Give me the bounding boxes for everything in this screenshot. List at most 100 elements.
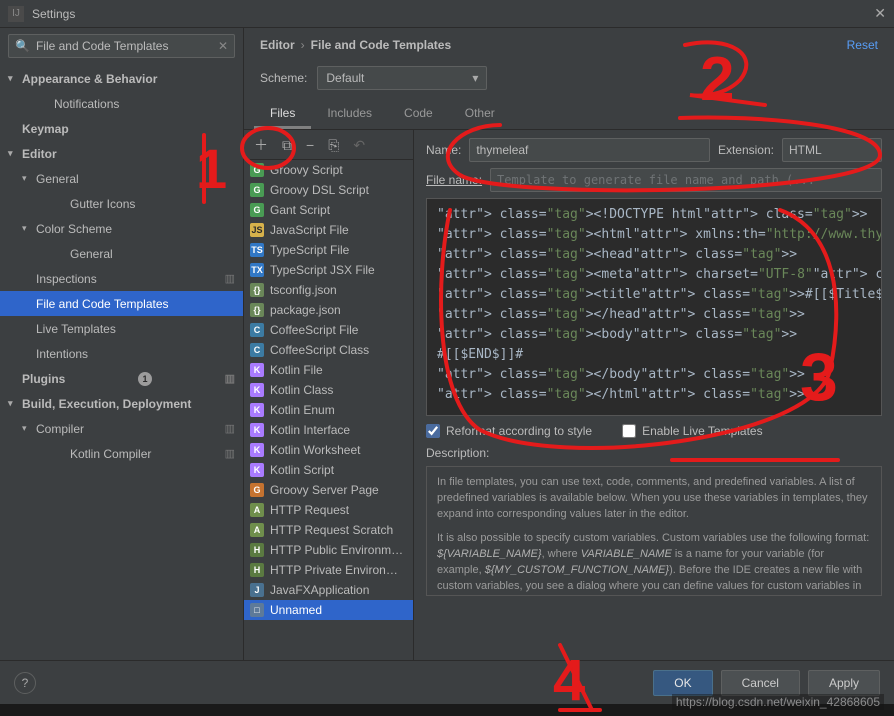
template-file-list: GGroovy ScriptGGroovy DSL ScriptGGant Sc…: [244, 160, 413, 660]
reformat-checkbox[interactable]: [426, 424, 440, 438]
titlebar: IJ Settings ✕: [0, 0, 894, 28]
filetype-icon: K: [250, 443, 264, 457]
template-list-item[interactable]: □Unnamed: [244, 600, 413, 620]
filetype-icon: A: [250, 523, 264, 537]
reformat-checkbox-row[interactable]: Reformat according to style: [426, 422, 592, 440]
add-template-icon[interactable]: ＋: [254, 138, 268, 152]
template-list-item[interactable]: KKotlin Enum: [244, 400, 413, 420]
template-list-item[interactable]: TXTypeScript JSX File: [244, 260, 413, 280]
template-list-item[interactable]: {}tsconfig.json: [244, 280, 413, 300]
template-list-item[interactable]: GGroovy Script: [244, 160, 413, 180]
template-list-item[interactable]: KKotlin Class: [244, 380, 413, 400]
template-list-item[interactable]: TSTypeScript File: [244, 240, 413, 260]
template-list-item[interactable]: AHTTP Request Scratch: [244, 520, 413, 540]
chevron-icon: ▾: [22, 173, 36, 184]
sidebar-item[interactable]: Gutter Icons: [0, 191, 243, 216]
close-icon[interactable]: ✕: [874, 5, 886, 22]
sidebar-item[interactable]: Plugins1▥: [0, 366, 243, 391]
template-list-item[interactable]: JSJavaScript File: [244, 220, 413, 240]
template-list-item[interactable]: HHTTP Public Environment File: [244, 540, 413, 560]
filetype-icon: {}: [250, 303, 264, 317]
template-list-item[interactable]: KKotlin Worksheet: [244, 440, 413, 460]
search-input[interactable]: [36, 39, 218, 53]
copy-template-icon[interactable]: ⎘: [328, 138, 339, 152]
template-list-item-label: CoffeeScript Class: [270, 343, 369, 357]
sidebar-item[interactable]: ▾Compiler▥: [0, 416, 243, 441]
enable-live-templates-label: Enable Live Templates: [642, 424, 763, 438]
template-list-item[interactable]: HHTTP Private Environment File: [244, 560, 413, 580]
content: Editor › File and Code Templates Reset S…: [244, 28, 894, 660]
filetype-icon: G: [250, 203, 264, 217]
template-list-item[interactable]: KKotlin Interface: [244, 420, 413, 440]
filetype-icon: TS: [250, 243, 264, 257]
filetype-icon: K: [250, 363, 264, 377]
template-list-item[interactable]: K Kotlin File: [244, 360, 413, 380]
template-list-item-label: Groovy Script: [270, 163, 343, 177]
template-list-item[interactable]: AHTTP Request: [244, 500, 413, 520]
template-list-item[interactable]: {}package.json: [244, 300, 413, 320]
sidebar-item-label: Gutter Icons: [70, 197, 135, 211]
extension-input[interactable]: [782, 138, 882, 162]
name-input[interactable]: [469, 138, 710, 162]
sidebar-item-label: Color Scheme: [36, 222, 112, 236]
sidebar-item[interactable]: General: [0, 241, 243, 266]
sidebar-item[interactable]: ▾Build, Execution, Deployment: [0, 391, 243, 416]
sidebar-item[interactable]: Keymap: [0, 116, 243, 141]
template-list-item-label: Kotlin File: [270, 363, 323, 377]
sidebar-item[interactable]: Intentions: [0, 341, 243, 366]
tab[interactable]: Files: [254, 100, 311, 129]
template-list-item[interactable]: GGant Script: [244, 200, 413, 220]
enable-live-templates-checkbox[interactable]: [622, 424, 636, 438]
sidebar-item-label: General: [70, 247, 113, 261]
app-logo-icon: IJ: [8, 6, 24, 22]
ok-button[interactable]: OK: [653, 670, 712, 696]
filename-input[interactable]: [490, 168, 882, 192]
chevron-right-icon: ›: [301, 38, 305, 52]
sidebar-item[interactable]: Kotlin Compiler▥: [0, 441, 243, 466]
template-list-item[interactable]: KKotlin Script: [244, 460, 413, 480]
tab[interactable]: Includes: [311, 100, 388, 129]
filetype-icon: C: [250, 343, 264, 357]
help-icon[interactable]: ?: [14, 672, 36, 694]
scheme-select[interactable]: Default: [317, 66, 487, 90]
reset-link[interactable]: Reset: [847, 38, 878, 52]
sidebar-item-label: Kotlin Compiler: [70, 447, 151, 461]
settings-tree: ▾Appearance & Behavior Notifications Keyma…: [0, 64, 243, 660]
revert-template-icon[interactable]: ↶: [353, 138, 365, 152]
template-list-item[interactable]: CCoffeeScript File: [244, 320, 413, 340]
sidebar-item[interactable]: Inspections▥: [0, 266, 243, 291]
sidebar-item-label: Build, Execution, Deployment: [22, 397, 191, 411]
clear-search-icon[interactable]: ✕: [218, 39, 228, 53]
add-child-template-icon[interactable]: ⧉: [282, 138, 292, 152]
enable-live-templates-row[interactable]: Enable Live Templates: [622, 422, 763, 440]
tab[interactable]: Other: [449, 100, 511, 129]
sidebar-item-label: Notifications: [54, 97, 119, 111]
template-list-item-label: tsconfig.json: [270, 283, 337, 297]
project-scheme-icon: ▥: [225, 372, 235, 385]
project-scheme-icon: ▥: [225, 422, 235, 435]
apply-button[interactable]: Apply: [808, 670, 880, 696]
sidebar-item[interactable]: ▾Editor: [0, 141, 243, 166]
template-list-item-label: JavaFXApplication: [270, 583, 369, 597]
tab[interactable]: Code: [388, 100, 449, 129]
sidebar-item[interactable]: ▾Color Scheme: [0, 216, 243, 241]
template-list-item-label: JavaScript File: [270, 223, 349, 237]
sidebar-item[interactable]: ▾Appearance & Behavior: [0, 66, 243, 91]
sidebar-item[interactable]: File and Code Templates: [0, 291, 243, 316]
cancel-button[interactable]: Cancel: [721, 670, 800, 696]
sidebar-item[interactable]: ▾General: [0, 166, 243, 191]
template-code-editor[interactable]: "attr"> class="tag"><!DOCTYPE html"attr"…: [426, 198, 882, 416]
filetype-icon: C: [250, 323, 264, 337]
chevron-icon: ▾: [8, 148, 22, 159]
sidebar-item[interactable]: Notifications: [0, 91, 243, 116]
sidebar-item[interactable]: Live Templates: [0, 316, 243, 341]
template-list-item[interactable]: JJavaFXApplication: [244, 580, 413, 600]
watermark: https://blog.csdn.net/weixin_42868605: [672, 694, 884, 710]
remove-template-icon[interactable]: −: [306, 138, 314, 152]
template-list-item[interactable]: GGroovy DSL Script: [244, 180, 413, 200]
filetype-icon: K: [250, 383, 264, 397]
template-list-item[interactable]: C CoffeeScript Class: [244, 340, 413, 360]
settings-search[interactable]: 🔍 ✕: [8, 34, 235, 58]
template-list-item[interactable]: GGroovy Server Page: [244, 480, 413, 500]
template-list-item-label: Groovy Server Page: [270, 483, 379, 497]
